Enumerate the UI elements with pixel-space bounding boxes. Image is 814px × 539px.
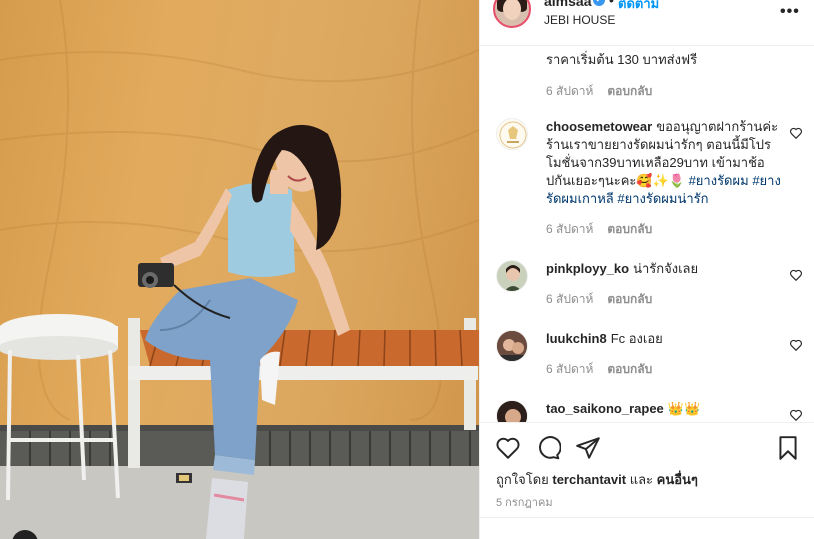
comment-icon[interactable] <box>535 435 561 461</box>
photo-illustration <box>0 0 479 539</box>
comment-body: choosemetowear ขออนุญาตฝากร้านค่ะ ร้านเรา… <box>546 118 786 238</box>
commenter-username[interactable]: tao_saikono_rapee <box>546 401 664 416</box>
reply-button[interactable]: ตอบกลับ <box>607 222 652 236</box>
liked-by-text: ถูกใจโดย terchantavit และ คนอื่นๆ <box>496 469 698 490</box>
reply-button[interactable]: ตอบกลับ <box>607 292 652 306</box>
commenter-username[interactable]: choosemetowear <box>546 119 652 134</box>
like-comment-heart-icon[interactable] <box>789 126 803 140</box>
author-avatar[interactable] <box>493 0 531 28</box>
commenter-avatar[interactable] <box>496 260 528 292</box>
author-username[interactable]: aimsaa <box>544 0 591 9</box>
comment-text: Fc องเอย <box>610 331 663 346</box>
commenter-avatar[interactable] <box>496 330 528 362</box>
like-comment-heart-icon[interactable] <box>789 268 803 282</box>
post-date[interactable]: 5 กรกฎาคม <box>496 493 553 511</box>
comment-meta: 6 สัปดาห์ ตอบกลับ <box>546 220 786 238</box>
comments-list[interactable]: ราคาเริ่มต้น 130 บาทส่งฟรี 6 สัปดาห์ตอบก… <box>480 46 814 422</box>
commenter-avatar[interactable] <box>496 400 528 422</box>
more-options-icon[interactable]: ••• <box>780 3 800 21</box>
commenter-username[interactable]: luukchin8 <box>546 331 607 346</box>
commenter-username[interactable]: pinkployy_ko <box>546 261 629 276</box>
like-comment-heart-icon[interactable] <box>789 408 803 422</box>
post-detail-panel: aimsaa ✔ • ติดตาม JEBI HOUSE ••• ราคาเริ… <box>479 0 814 539</box>
follow-button[interactable]: ติดตาม <box>618 0 659 14</box>
comment-text: ราคาเริ่มต้น 130 บาทส่งฟรี <box>546 52 698 67</box>
comment-meta: 6 สัปดาห์ ตอบกลับ <box>546 360 786 378</box>
comment-date: 6 สัปดาห์ <box>546 84 594 98</box>
share-icon[interactable] <box>575 435 601 461</box>
post-header: aimsaa ✔ • ติดตาม JEBI HOUSE ••• <box>480 0 814 46</box>
hashtag-link[interactable]: #ยางรัดผมน่ารัก <box>617 191 708 206</box>
post-actions-section: ถูกใจโดย terchantavit และ คนอื่นๆ 5 กรกฎ… <box>480 422 814 539</box>
post-photo[interactable] <box>0 0 479 539</box>
liked-by-user[interactable]: terchantavit <box>552 472 626 487</box>
liked-by-conj: และ <box>629 472 654 487</box>
comment-date: 6 สัปดาห์ <box>546 362 594 376</box>
reply-button[interactable]: ตอบกลับ <box>607 362 652 376</box>
verified-badge-icon: ✔ <box>593 0 605 6</box>
comment-date: 6 สัปดาห์ <box>546 222 594 236</box>
comment-body: luukchin8 Fc องเอย 6 สัปดาห์ ตอบกลับ <box>546 330 786 378</box>
commenter-avatar[interactable] <box>496 118 528 150</box>
comment-body: pinkployy_ko น่ารักจังเลย 6 สัปดาห์ ตอบกลั… <box>546 260 786 308</box>
liked-by-others[interactable]: คนอื่นๆ <box>657 472 698 487</box>
comment-body: tao_saikono_rapee 👑👑 <box>546 400 786 418</box>
like-comment-heart-icon[interactable] <box>789 338 803 352</box>
comment-text: 👑👑 <box>667 401 701 416</box>
comment-date: 6 สัปดาห์ <box>546 292 594 306</box>
add-comment-bar[interactable] <box>480 517 814 539</box>
post-location[interactable]: JEBI HOUSE <box>544 13 615 27</box>
bookmark-icon[interactable] <box>775 435 801 461</box>
header-separator: • <box>609 0 614 8</box>
comment-meta: 6 สัปดาห์ ตอบกลับ <box>546 82 801 100</box>
comment-text: น่ารักจังเลย <box>633 261 699 276</box>
comment-meta: 6 สัปดาห์ ตอบกลับ <box>546 290 786 308</box>
comment-continuation: ราคาเริ่มต้น 130 บาทส่งฟรี 6 สัปดาห์ ตอบก… <box>546 51 801 100</box>
heart-icon[interactable] <box>495 435 521 461</box>
hashtag-link[interactable]: #ยางรัดผม <box>689 173 749 188</box>
liked-by-prefix: ถูกใจโดย <box>496 472 549 487</box>
reply-button[interactable]: ตอบกลับ <box>607 84 652 98</box>
